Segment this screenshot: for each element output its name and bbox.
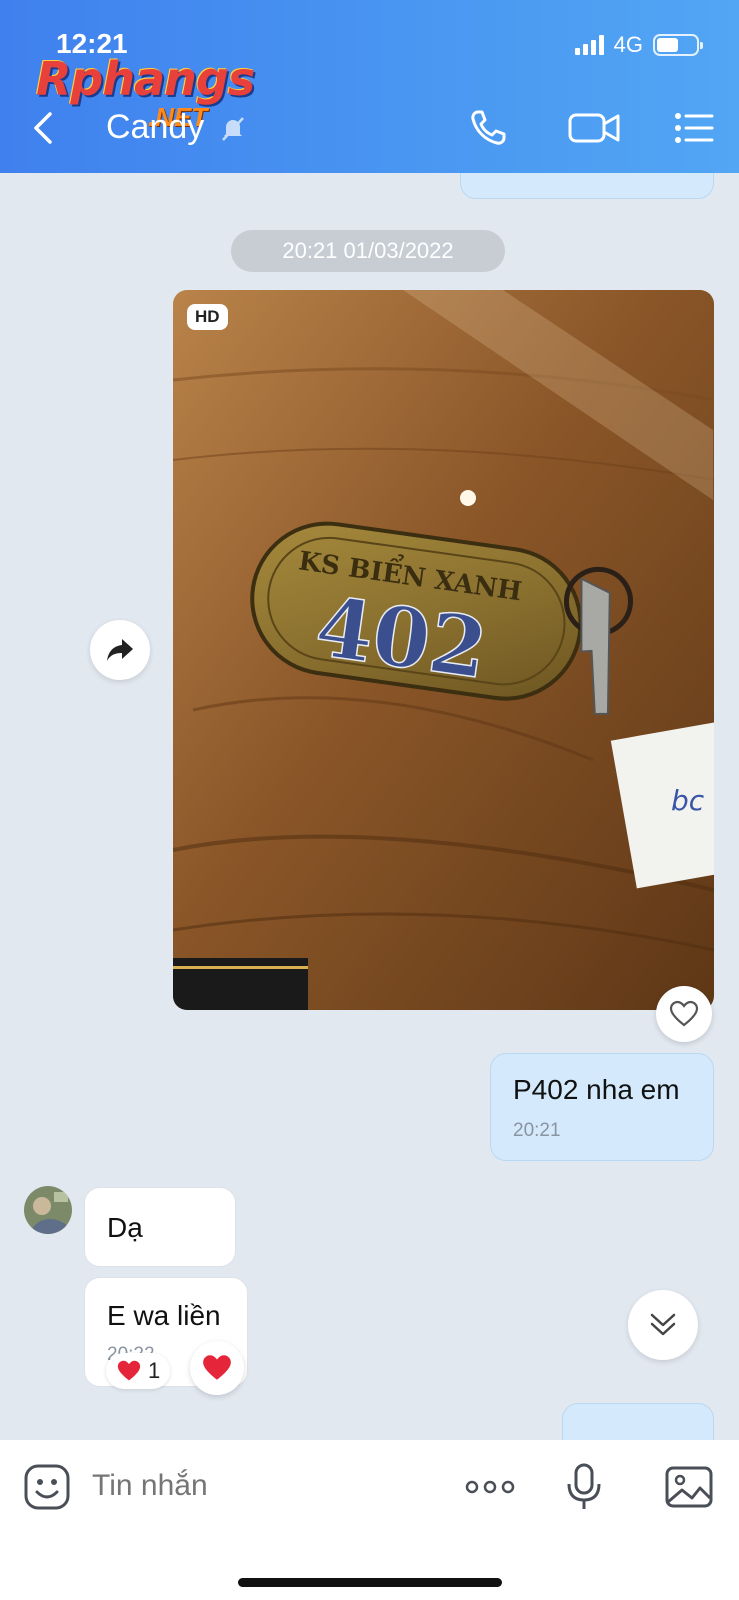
contact-name[interactable]: Candy <box>106 108 204 147</box>
avatar[interactable] <box>24 1186 72 1234</box>
chat-header: 12:21 4G Rphangs .NET Candy <box>0 0 739 173</box>
sticker-icon[interactable] <box>22 1462 72 1512</box>
photo-message[interactable]: KS BIỂN XANH 402 bc HD <box>173 290 714 1010</box>
phone-icon[interactable] <box>466 106 514 150</box>
network-label: 4G <box>613 32 643 57</box>
like-button[interactable] <box>656 986 712 1042</box>
message-composer <box>0 1440 739 1600</box>
date-separator: 20:21 01/03/2022 <box>231 230 505 272</box>
signal-icon <box>574 35 604 55</box>
message-text: Dạ <box>107 1212 143 1243</box>
reaction-summary[interactable]: 1 <box>106 1353 171 1389</box>
next-message-bubble[interactable] <box>562 1403 714 1440</box>
scroll-to-bottom-button[interactable] <box>628 1290 698 1360</box>
battery-icon <box>653 34 703 56</box>
video-camera-icon[interactable] <box>566 106 624 150</box>
heart-icon <box>203 1355 231 1380</box>
previous-message-bubble[interactable] <box>460 173 714 199</box>
hd-badge: HD <box>187 304 228 330</box>
forward-button[interactable] <box>90 620 150 680</box>
watermark-main: Rphangs <box>36 52 255 106</box>
more-options-icon[interactable] <box>462 1462 518 1512</box>
bell-muted-icon <box>222 117 244 141</box>
message-time: 20:21 <box>513 1120 561 1141</box>
message-input[interactable] <box>92 1466 392 1506</box>
home-indicator <box>238 1578 502 1587</box>
list-menu-icon[interactable] <box>672 106 716 150</box>
reaction-count: 1 <box>148 1358 161 1383</box>
outgoing-message[interactable]: P402 nha em 20:21 <box>490 1053 714 1161</box>
incoming-message[interactable]: Dạ <box>84 1187 236 1267</box>
react-heart-button[interactable] <box>190 1341 244 1395</box>
chevron-left-icon[interactable] <box>26 108 60 148</box>
chat-area[interactable]: 20:21 01/03/2022 KS BIỂN XANH 402 bc HD … <box>0 173 739 1440</box>
microphone-icon[interactable] <box>562 1462 606 1512</box>
share-arrow-icon <box>107 639 133 661</box>
status-indicators: 4G <box>574 32 703 58</box>
message-text: E wa liền <box>107 1300 221 1331</box>
message-text: P402 nha em <box>513 1074 680 1105</box>
watermark-logo: Rphangs .NET <box>36 52 255 132</box>
photo-note-text: bc <box>671 784 705 817</box>
heart-outline-icon <box>669 1000 699 1027</box>
image-gallery-icon[interactable] <box>664 1462 714 1512</box>
heart-icon <box>117 1360 141 1381</box>
room-key-photo: KS BIỂN XANH 402 bc <box>173 290 714 1010</box>
double-chevron-down-icon <box>650 1313 676 1336</box>
